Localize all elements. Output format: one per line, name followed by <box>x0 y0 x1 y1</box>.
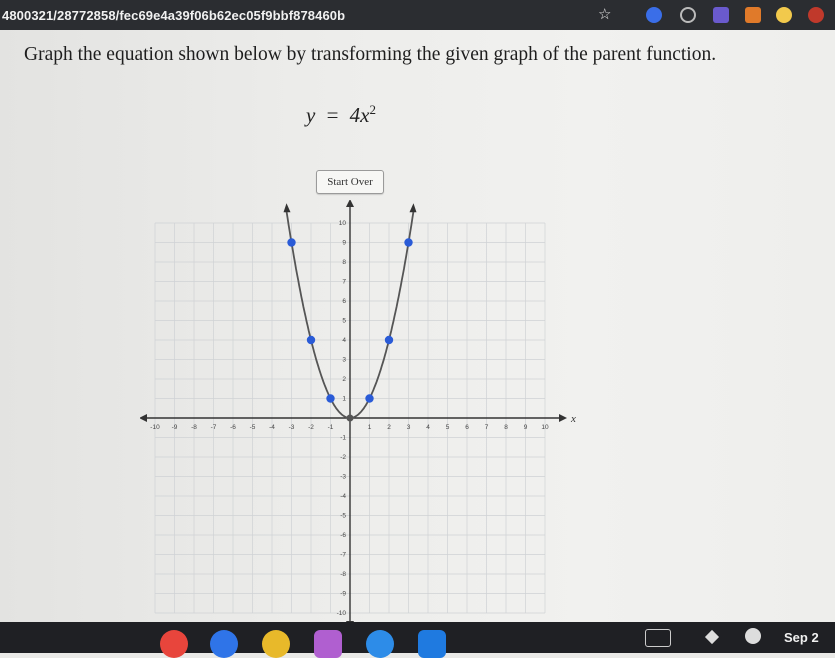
start-over-button[interactable]: Start Over <box>316 170 384 194</box>
vertex-point <box>346 414 354 422</box>
y-tick-label: 7 <box>342 279 346 286</box>
y-tick-label: -1 <box>340 435 346 442</box>
question-page: Graph the equation shown below by transf… <box>0 30 835 624</box>
extension-icon[interactable] <box>776 7 792 23</box>
x-tick-label: -8 <box>191 424 197 431</box>
y-tick-label: -9 <box>340 591 346 598</box>
pen-icon[interactable] <box>704 629 720 645</box>
x-tick-label: 1 <box>368 424 372 431</box>
drive-app-icon[interactable] <box>262 630 290 658</box>
keyboard-icon[interactable] <box>645 629 671 647</box>
curve-arrow-icon <box>283 203 291 213</box>
x-tick-label: -6 <box>230 424 236 431</box>
browser-address-bar: 4800321/28772858/fec69e4a39f06b62ec05f9b… <box>0 0 835 30</box>
bookmark-star-icon[interactable]: ☆ <box>598 5 611 23</box>
y-tick-label: 1 <box>342 396 346 403</box>
x-tick-label: 10 <box>541 424 549 431</box>
address-url[interactable]: 4800321/28772858/fec69e4a39f06b62ec05f9b… <box>0 8 345 23</box>
camera-app-icon[interactable] <box>418 630 446 658</box>
y-tick-label: -7 <box>340 552 346 559</box>
x-tick-label: 8 <box>504 424 508 431</box>
y-tick-label: 10 <box>339 220 347 227</box>
shield-extension-icon[interactable] <box>680 7 696 23</box>
profile-avatar-icon[interactable] <box>808 7 824 23</box>
x-tick-label: -10 <box>150 424 160 431</box>
y-tick-label: -4 <box>340 493 346 500</box>
movable-point <box>404 238 413 247</box>
x-tick-label: -7 <box>211 424 217 431</box>
x-tick-label: -9 <box>172 424 178 431</box>
x-tick-label: -1 <box>328 424 334 431</box>
photos-app-icon[interactable] <box>314 630 342 658</box>
x-tick-label: 5 <box>446 424 450 431</box>
x-axis-arrow-icon <box>559 414 567 422</box>
extension-icon[interactable] <box>713 7 729 23</box>
assistant-icon[interactable] <box>745 628 761 644</box>
x-tick-label: 4 <box>426 424 430 431</box>
y-tick-label: -6 <box>340 532 346 539</box>
y-tick-label: -5 <box>340 513 346 520</box>
x-tick-label: -4 <box>269 424 275 431</box>
x-tick-label: -5 <box>250 424 256 431</box>
x-tick-label: 3 <box>407 424 411 431</box>
movable-point <box>384 335 394 345</box>
movable-point <box>365 394 374 403</box>
x-tick-label: -2 <box>308 424 314 431</box>
y-tick-label: 9 <box>342 240 346 247</box>
y-tick-label: -2 <box>340 454 346 461</box>
y-tick-label: 4 <box>342 337 346 344</box>
y-tick-label: -3 <box>340 474 346 481</box>
docs-app-icon[interactable] <box>210 630 238 658</box>
os-taskbar: Sep 2 <box>0 622 835 658</box>
x-axis-label: x <box>570 413 576 425</box>
movable-point <box>326 394 335 403</box>
y-tick-label: -8 <box>340 571 346 578</box>
equation-term: 4x <box>349 103 370 127</box>
equation-lhs: y <box>306 103 316 127</box>
movable-point <box>287 238 296 247</box>
x-tick-label: 2 <box>387 424 391 431</box>
extension-icon[interactable] <box>745 7 761 23</box>
x-tick-label: 6 <box>465 424 469 431</box>
equation: y = 4x2 <box>306 102 376 128</box>
x-tick-label: 7 <box>485 424 489 431</box>
x-tick-label: -3 <box>289 424 295 431</box>
x-tick-label: 9 <box>524 424 528 431</box>
y-tick-label: 6 <box>342 298 346 305</box>
y-tick-label: 3 <box>342 357 346 364</box>
y-axis-arrow-icon <box>346 200 354 207</box>
extension-icon[interactable] <box>646 7 662 23</box>
movable-point <box>306 335 316 345</box>
chrome-app-icon[interactable] <box>160 630 188 658</box>
y-tick-label: -10 <box>337 610 347 617</box>
y-tick-label: 2 <box>342 376 346 383</box>
coordinate-graph[interactable]: xy-10-9-8-7-6-5-4-3-2-112345678910109876… <box>140 200 580 624</box>
y-tick-label: 8 <box>342 259 346 266</box>
equation-equals: = <box>326 103 339 127</box>
x-axis-arrow-icon <box>140 414 147 422</box>
question-prompt: Graph the equation shown below by transf… <box>24 44 717 65</box>
equation-exponent: 2 <box>369 102 377 117</box>
y-tick-label: 5 <box>342 318 346 325</box>
tray-date[interactable]: Sep 2 <box>784 630 819 645</box>
curve-arrow-icon <box>409 203 417 213</box>
files-app-icon[interactable] <box>366 630 394 658</box>
